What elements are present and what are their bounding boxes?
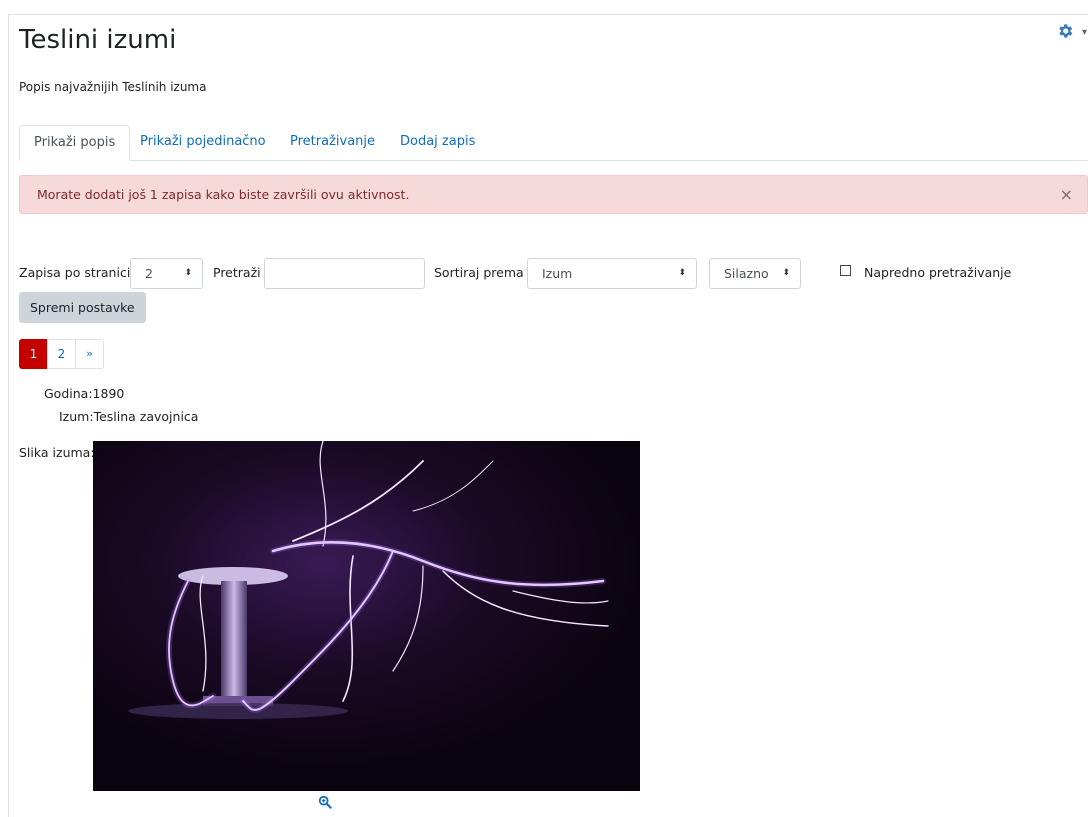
alert-message: Morate dodati još 1 zapisa kako biste za… bbox=[37, 187, 410, 202]
save-settings-button[interactable]: Spremi postavke bbox=[19, 292, 146, 323]
invention-photo bbox=[93, 441, 640, 791]
zoom-in-icon[interactable] bbox=[318, 795, 332, 809]
advanced-search-label[interactable]: Napredno pretraživanje bbox=[864, 265, 1011, 280]
close-icon[interactable]: × bbox=[1060, 176, 1073, 213]
search-label: Pretraži bbox=[213, 265, 261, 280]
select-arrows-icon: ⬍ bbox=[184, 268, 192, 278]
invention-field: Izum:Teslina zavojnica bbox=[59, 409, 198, 424]
advanced-search-checkbox[interactable] bbox=[840, 265, 851, 276]
image-label: Slika izuma: bbox=[19, 445, 95, 460]
search-input[interactable] bbox=[264, 258, 425, 289]
sort-order-select[interactable]: Silazno ⬍ bbox=[709, 258, 801, 289]
page-link-1[interactable]: 1 bbox=[19, 339, 48, 369]
completion-alert: Morate dodati još 1 zapisa kako biste za… bbox=[19, 175, 1088, 214]
year-field: Godina:1890 bbox=[44, 386, 124, 401]
sort-order-value: Silazno bbox=[724, 266, 769, 281]
per-page-value: 2 bbox=[145, 266, 153, 281]
invention-label: Izum: bbox=[59, 409, 94, 424]
page-link-2[interactable]: 2 bbox=[47, 339, 76, 369]
invention-value: Teslina zavojnica bbox=[93, 409, 199, 424]
select-arrows-icon: ⬍ bbox=[782, 268, 790, 278]
year-value: 1890 bbox=[92, 386, 125, 401]
pagination: 1 2 » bbox=[19, 339, 104, 369]
page-frame-top bbox=[8, 14, 1088, 15]
year-label: Godina: bbox=[44, 386, 93, 401]
tab-add-entry[interactable]: Dodaj zapis bbox=[400, 125, 475, 159]
tab-list-view[interactable]: Prikaži popis bbox=[19, 125, 131, 161]
gear-icon[interactable] bbox=[1056, 22, 1074, 40]
activity-intro: Popis najvažnijih Teslinih izuma bbox=[19, 80, 207, 94]
sort-field-value: Izum bbox=[542, 266, 573, 281]
next-page-link[interactable]: » bbox=[75, 339, 104, 369]
sort-label: Sortiraj prema bbox=[434, 265, 524, 280]
tab-bar: Prikaži popis Prikaži pojedinačno Pretra… bbox=[19, 125, 1088, 161]
select-arrows-icon: ⬍ bbox=[678, 268, 686, 278]
tesla-coil-image bbox=[93, 441, 640, 791]
per-page-select[interactable]: 2 ⬍ bbox=[130, 258, 203, 289]
per-page-label: Zapisa po stranici bbox=[19, 265, 131, 280]
tab-search[interactable]: Pretraživanje bbox=[290, 125, 375, 159]
tab-single-view[interactable]: Prikaži pojedinačno bbox=[140, 125, 266, 159]
chevron-down-icon[interactable]: ▾ bbox=[1082, 27, 1087, 38]
page-title: Teslini izumi bbox=[19, 25, 177, 55]
sort-field-select[interactable]: Izum ⬍ bbox=[527, 258, 697, 289]
page-frame-left bbox=[8, 14, 9, 817]
